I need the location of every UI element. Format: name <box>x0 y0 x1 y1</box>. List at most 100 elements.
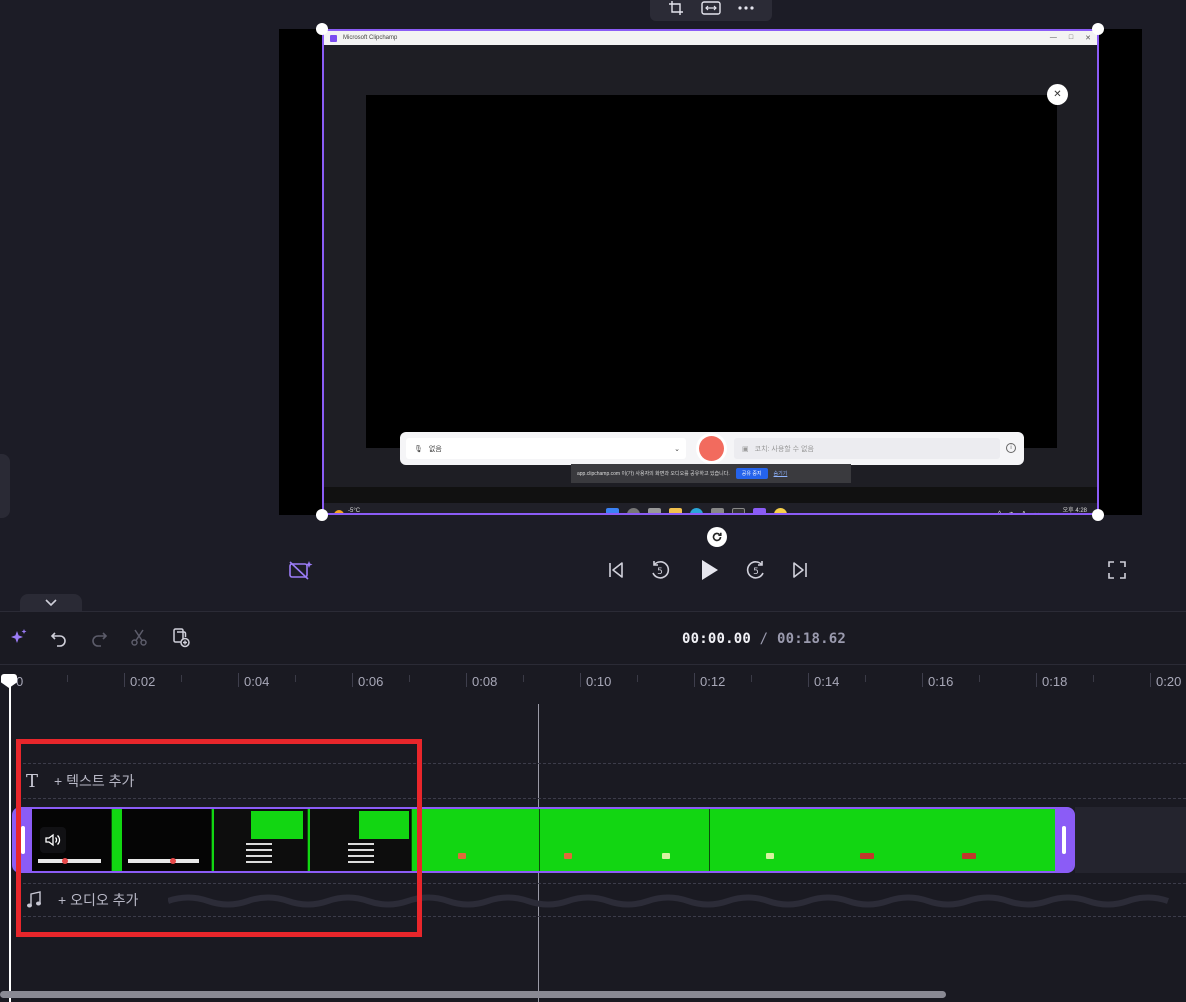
playback-controls: 5 5 <box>0 552 1186 588</box>
ruler-tick <box>922 673 923 687</box>
windows-start-icon <box>606 508 619 513</box>
app-icon <box>774 508 787 513</box>
clip-thumbnail <box>412 809 540 871</box>
record-button <box>696 433 727 464</box>
camera-icon: ▣ <box>742 445 749 453</box>
crop-button[interactable] <box>665 0 687 18</box>
floating-clip-toolbar <box>650 0 772 21</box>
taskbar-time: 오후 4:28 <box>1062 508 1087 514</box>
mic-select: 🎙 없음 ⌄ <box>406 438 686 459</box>
fit-button[interactable] <box>700 0 722 18</box>
timecode-separator: / <box>759 631 769 647</box>
more-button[interactable] <box>735 0 757 18</box>
recorder-bar: 🎙 없음 ⌄ ▣ 코치: 사용할 수 없음 i <box>400 432 1024 465</box>
file-explorer-icon <box>669 508 682 513</box>
taskbar-apps <box>606 508 787 513</box>
resize-handle-top-right[interactable] <box>1092 23 1104 35</box>
ruler-label: 0:08 <box>472 674 498 689</box>
windows-taskbar: -5°C 맑음 ^⚙A≋ <box>324 503 1097 514</box>
taskbar-weather: -5°C 맑음 <box>334 508 361 514</box>
timeline-collapse-button[interactable] <box>20 594 82 611</box>
clip-marker <box>458 853 466 859</box>
close-icon: ✕ <box>1085 35 1091 42</box>
ruler-tick <box>580 673 581 687</box>
time-ruler[interactable]: 0 0:02 0:04 0:06 0:08 0:10 0:12 0:14 0:1… <box>0 664 1186 694</box>
selected-clip-frame[interactable]: Microsoft Clipchamp — □ ✕ ✕ 🎙 없음 ⌄ ▣ 코치: 사… <box>322 29 1099 515</box>
task-view-icon <box>648 508 661 513</box>
settings-icon <box>711 508 724 513</box>
fullscreen-button[interactable] <box>1103 556 1131 584</box>
current-time: 00:00.00 <box>682 631 752 647</box>
maximize-icon: □ <box>1068 34 1074 41</box>
preview-area: Microsoft Clipchamp — □ ✕ ✕ 🎙 없음 ⌄ ▣ 코치: 사… <box>0 0 1186 600</box>
rewind-5-icon: 5 <box>652 561 670 579</box>
more-icon <box>738 5 754 10</box>
playhead-line[interactable] <box>9 674 11 1002</box>
redo-icon <box>92 632 108 647</box>
camera-select: ▣ 코치: 사용할 수 없음 <box>734 438 1000 459</box>
edge-icon <box>690 508 703 513</box>
undo-button[interactable] <box>47 626 71 650</box>
resize-handle-top-left[interactable] <box>316 23 328 35</box>
share-stop-button: 공유 중지 <box>735 468 768 479</box>
undo-icon <box>50 632 66 647</box>
ruler-label: 0:18 <box>1042 674 1068 689</box>
forward-5-button[interactable]: 5 <box>742 556 770 584</box>
rotate-icon <box>712 532 722 542</box>
ruler-label: 0:06 <box>358 674 384 689</box>
add-clip-button[interactable] <box>169 626 193 650</box>
timeline-horizontal-scrollbar[interactable] <box>0 991 946 998</box>
ruler-tick <box>124 673 125 687</box>
ruler-label: 0:10 <box>586 674 612 689</box>
screen-share-banner: app.clipchamp.com 이(가) 사용자의 화면과 오디오를 공유하… <box>571 464 851 483</box>
ruler-minor-tick <box>1093 675 1094 682</box>
ruler-tick <box>1036 673 1037 687</box>
clip-marker <box>564 853 572 859</box>
split-button[interactable] <box>127 626 151 650</box>
rotate-handle[interactable] <box>707 527 727 547</box>
cut-icon <box>131 629 147 646</box>
resize-handle-bottom-right[interactable] <box>1092 509 1104 521</box>
clip-marker <box>766 853 774 859</box>
clip-thumbnail <box>540 809 710 871</box>
ruler-minor-tick <box>181 675 182 682</box>
clipchamp-icon <box>753 508 766 513</box>
info-icon: i <box>1006 443 1016 453</box>
fullscreen-icon <box>1108 561 1126 579</box>
clip-marker <box>860 853 874 859</box>
taskbar-search-icon <box>627 508 640 513</box>
ruler-label: 0:20 <box>1156 674 1182 689</box>
play-button[interactable] <box>695 556 723 584</box>
ruler-minor-tick <box>979 675 980 682</box>
ai-camera-button[interactable] <box>287 556 315 584</box>
svg-text:5: 5 <box>657 567 663 577</box>
clip-marker <box>962 853 976 859</box>
skip-forward-button[interactable] <box>786 556 814 584</box>
inner-window-titlebar: Microsoft Clipchamp — □ ✕ <box>324 31 1097 45</box>
red-highlight-box <box>16 739 422 937</box>
ruler-label: 0:12 <box>700 674 726 689</box>
play-icon <box>702 560 718 580</box>
ruler-tick <box>466 673 467 687</box>
forward-5-icon: 5 <box>746 561 764 579</box>
crop-icon <box>668 0 683 15</box>
mic-select-value: 없음 <box>428 445 442 453</box>
timeline-panel: 00:00.00 / 00:18.62 0 0:02 0:04 0:06 0:0… <box>0 611 1186 1002</box>
resize-handle-bottom-left[interactable] <box>316 509 328 521</box>
weather-temp: -5°C <box>348 508 361 514</box>
ruler-minor-tick <box>865 675 866 682</box>
trim-handle-right[interactable] <box>1055 809 1073 871</box>
side-panel-tab[interactable] <box>0 454 10 518</box>
terminal-icon <box>732 508 745 513</box>
skip-back-button[interactable] <box>602 556 630 584</box>
chevron-down-icon: ⌄ <box>674 445 680 453</box>
inner-app-screen: ✕ 🎙 없음 ⌄ ▣ 코치: 사용할 수 없음 i app.clipchamp.… <box>324 45 1097 513</box>
timecode-display: 00:00.00 / 00:18.62 <box>682 631 846 647</box>
redo-button[interactable] <box>87 626 111 650</box>
magic-button[interactable] <box>7 626 31 650</box>
rewind-5-button[interactable]: 5 <box>646 556 674 584</box>
ruler-label: 0:04 <box>244 674 270 689</box>
total-time: 00:18.62 <box>776 631 846 647</box>
add-clip-icon <box>173 628 190 648</box>
ruler-label: 0 <box>16 674 24 689</box>
